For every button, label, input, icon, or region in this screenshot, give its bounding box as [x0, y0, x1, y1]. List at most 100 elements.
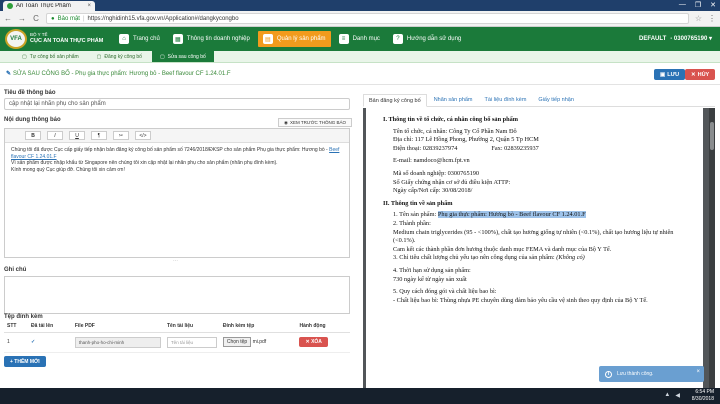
document-tab[interactable]: Bản đăng ký công bố	[363, 94, 427, 107]
volume-icon[interactable]: ◀	[675, 392, 680, 399]
subnav-label: Tự công bố sản phẩm	[29, 53, 79, 60]
add-new-button[interactable]: + THÊM MỚI	[4, 356, 46, 367]
doc-packaging: - Chất liệu bao bì: Thùng nhựa PE chuyên…	[393, 296, 648, 304]
doc-ingredients: Medium chain triglycerides (95 - <100%),…	[393, 228, 674, 245]
main-nav-item[interactable]: ⌂ Trang chủ	[114, 31, 165, 47]
notes-label: Ghi chú	[4, 267, 27, 273]
content-label: Nội dung thông báo	[4, 117, 61, 123]
file-icon: ▢	[22, 53, 27, 60]
choose-file-button[interactable]: Chọn tệp	[222, 337, 252, 347]
table-header: Đã tải lên	[28, 321, 72, 333]
subnav-label: Sửa sau công bố	[167, 53, 206, 60]
paragraph-button[interactable]: ¶	[91, 131, 107, 140]
notes-textarea[interactable]	[4, 276, 350, 314]
uploaded-check-icon: ✓	[28, 332, 72, 353]
window-controls: — ❐ ✕	[679, 1, 716, 9]
lock-icon: ●	[51, 15, 55, 22]
resize-handle[interactable]: ⋯	[173, 258, 178, 264]
document-tabs: Bản đăng ký công bố Nhãn sản phẩm Tài liệu…	[363, 94, 715, 107]
row-index: 1	[4, 332, 28, 353]
tab-close-icon[interactable]: ×	[87, 3, 91, 9]
book-icon: ?	[392, 34, 403, 44]
document-tab[interactable]: Nhãn sản phẩm	[429, 94, 478, 106]
url-text: https://nghidinh15.vfa.gov.vn/Applicatio…	[87, 15, 239, 22]
subnav-item[interactable]: ▢ Đăng ký công bố	[89, 51, 150, 62]
user-code: - 0300765190	[670, 36, 708, 42]
browser-menu-icon[interactable]: ⋮	[708, 14, 716, 23]
attachments-label: Tệp đính kèm	[4, 314, 43, 320]
main-nav-item[interactable]: ▦ Thông tin doanh nghiệp	[168, 31, 255, 47]
forward-icon[interactable]: →	[18, 14, 26, 23]
document-name-input[interactable]: Tên tài liệu	[166, 336, 217, 348]
cut-button[interactable]: ✂	[113, 131, 129, 140]
italic-button[interactable]: I	[47, 131, 63, 140]
subnav-item[interactable]: ▢ Tự công bố sản phẩm	[14, 51, 87, 62]
app-header: VFA BỘ Y TẾ CỤC AN TOÀN THỰC PHẨM ⌂ Trang…	[0, 27, 720, 51]
pdf-cell: thanh-pho-ho-chi-minh	[71, 332, 164, 353]
clock[interactable]: 6:54 PM 8/30/2018	[692, 389, 714, 402]
toast-close-icon[interactable]: ×	[696, 369, 700, 375]
underline-button[interactable]: U	[69, 131, 85, 140]
viewer-scroll-thumb[interactable]	[710, 122, 714, 150]
doc-shelf-life: 730 ngày kể từ ngày sản xuất	[393, 275, 467, 283]
reload-icon[interactable]: C	[32, 14, 40, 23]
doc-phone-fax: Điện thoại: 02839237974 Fax: 02839235937	[393, 144, 539, 152]
docname-cell: Tên tài liệu	[163, 332, 220, 353]
doc-commitment: Cam kết các thành phần đơn hương thuộc d…	[393, 245, 612, 253]
pdf-viewer[interactable]: I. Thông tin về tổ chức, cá nhân công bố…	[363, 108, 715, 395]
file-cell: Chọn tệp mi.pdf	[219, 332, 297, 353]
attachments-table: STT Đã tải lên File PDF Tên tài liệu Đính kè…	[4, 321, 350, 353]
user-info[interactable]: DEFAULT - 0300765190 ▾	[639, 35, 712, 42]
building-icon: ▦	[172, 34, 183, 44]
content-editor[interactable]: B I U ¶ ✂ </> Chúng tôi đã được Cục cấp giấy …	[4, 128, 350, 258]
browser-tab[interactable]: An Toàn Thực Phẩm ×	[3, 1, 95, 11]
main-nav-item[interactable]: ≡ Danh mục	[334, 31, 385, 47]
eye-icon: ◉	[284, 119, 288, 125]
editor-body[interactable]: Chúng tôi đã được Cục cấp giấy tiếp nhận…	[5, 143, 349, 177]
editor-toolbar: B I U ¶ ✂ </>	[5, 129, 349, 143]
close-icon: ✕	[691, 71, 696, 78]
document-tab[interactable]: Tài liệu đính kèm	[480, 94, 532, 106]
vfa-logo[interactable]: VFA	[5, 29, 27, 49]
preview-button[interactable]: ◉ XEM TRƯỚC THÔNG BÁO	[278, 118, 352, 127]
main-nav-item[interactable]: ▤ Quản lý sản phẩm	[257, 31, 331, 47]
subnav-item[interactable]: ▢ Sửa sau công bố	[151, 51, 214, 62]
network-icon[interactable]: ▲	[664, 392, 670, 399]
main-nav-label: Hướng dẫn sử dụng	[406, 36, 462, 42]
back-icon[interactable]: ←	[4, 14, 12, 23]
main-nav-label: Thông tin doanh nghiệp	[186, 36, 250, 42]
main-nav: ⌂ Trang chủ ▦ Thông tin doanh nghiệp ▤ Quản l…	[114, 31, 466, 47]
sub-nav: ▢ Tự công bố sản phẩm ▢ Đăng ký công bố ▢ Sửa…	[0, 51, 720, 63]
favicon-icon	[7, 3, 13, 9]
url-separator: |	[82, 15, 85, 22]
source-button[interactable]: </>	[135, 131, 151, 140]
viewer-scrollbar[interactable]	[709, 108, 715, 395]
document-tab[interactable]: Giấy tiếp nhận	[533, 94, 578, 106]
maximize-icon[interactable]: ❐	[695, 1, 701, 9]
doc-cert: Số Giấy chứng nhận cơ sở đủ điều kiện AT…	[393, 178, 511, 186]
bookmark-star-icon[interactable]: ☆	[695, 14, 702, 23]
doc-shelf-life-heading: 4. Thời hạn sử dụng sản phẩm:	[393, 266, 471, 274]
main-nav-label: Trang chủ	[133, 36, 160, 42]
close-window-icon[interactable]: ✕	[710, 1, 716, 9]
info-icon: i	[605, 370, 612, 378]
pdf-page: I. Thông tin về tổ chức, cá nhân công bố…	[366, 108, 703, 395]
page-title: ✎ SỬA SAU CÔNG BỐ - Phụ gia thực phẩm: Hư…	[6, 71, 231, 77]
title-input[interactable]: cập nhật lại nhãn phụ cho sản phẩm	[4, 98, 350, 110]
action-cell: ✕ XÓA	[296, 332, 350, 353]
success-toast: i Lưu thành công. ×	[599, 366, 704, 382]
bold-button[interactable]: B	[25, 131, 41, 140]
logo-text: BỘ Y TẾ CỤC AN TOÀN THỰC PHẨM	[30, 32, 104, 44]
url-input[interactable]: ● Bảo mật | https://nghidinh15.vfa.gov.v…	[46, 13, 689, 24]
list-icon: ≡	[338, 34, 349, 44]
table-row: 1 ✓ thanh-pho-ho-chi-minh Tên tài liệu Chọn …	[4, 332, 350, 353]
delete-button[interactable]: ✕ XÓA	[299, 337, 328, 347]
minimize-icon[interactable]: —	[679, 1, 686, 9]
main-nav-item[interactable]: ? Hướng dẫn sử dụng	[388, 31, 466, 47]
cancel-button[interactable]: ✕ HỦY	[685, 69, 716, 80]
caret-down-icon: ▾	[708, 36, 712, 42]
table-header: File PDF	[71, 321, 164, 333]
pdf-name-field[interactable]: thanh-pho-ho-chi-minh	[74, 336, 161, 348]
save-button[interactable]: ▣ LƯU	[654, 69, 686, 80]
main-nav-label: Danh mục	[352, 36, 380, 42]
